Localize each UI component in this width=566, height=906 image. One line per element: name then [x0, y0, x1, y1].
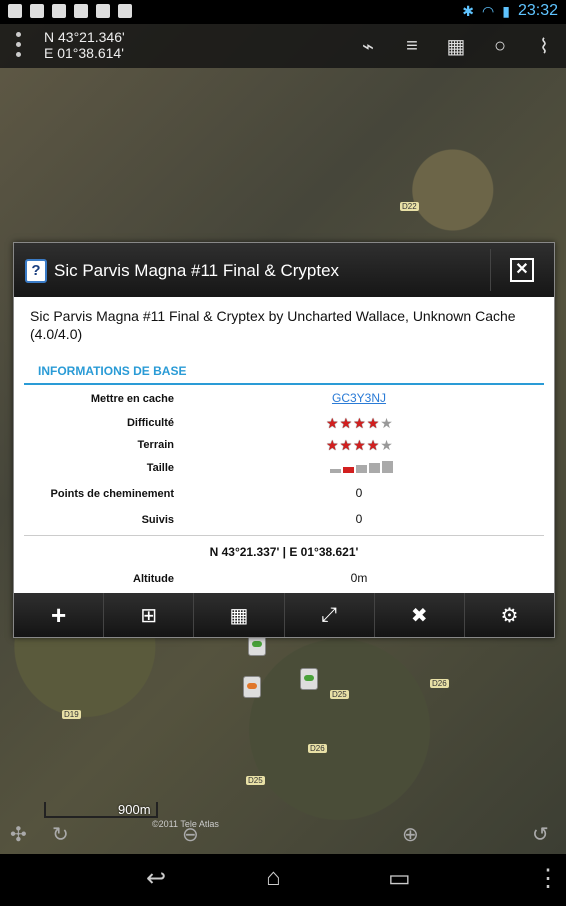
terrain-label: Terrain	[137, 439, 174, 451]
latitude: N 43°21.346'	[44, 29, 125, 45]
image-icon	[8, 4, 22, 18]
section-divider	[24, 383, 544, 385]
longitude: E 01°38.614'	[44, 45, 124, 61]
lock-icon[interactable]: ↺	[532, 822, 549, 847]
altitude-label: Altitude	[133, 573, 174, 585]
add-button[interactable]: +	[14, 593, 105, 637]
road-label: D26	[308, 744, 327, 753]
tracks-value: 0	[355, 512, 363, 526]
map-controls: ✣ ↻ ⊖ ⊕ ↺	[0, 812, 566, 854]
overflow-menu-icon[interactable]	[16, 32, 22, 60]
app-icon	[30, 4, 44, 18]
size-indicator	[330, 461, 393, 473]
map-icon[interactable]: ▦	[434, 24, 478, 68]
cache-marker[interactable]	[300, 668, 318, 690]
cache-description: Sic Parvis Magna #11 Final & Cryptex by …	[30, 308, 516, 342]
settings-icon: ⚙	[500, 604, 519, 627]
header-divider	[490, 249, 491, 291]
more-icon[interactable]: ⋮	[536, 864, 560, 893]
star-icon: ★	[339, 415, 353, 431]
road-label: D25	[330, 690, 349, 699]
unknown-cache-icon: ?	[25, 259, 47, 283]
data-icon[interactable]: ≡	[390, 24, 434, 68]
road-label: D26	[430, 679, 449, 688]
section-title: INFORMATIONS DE BASE	[38, 364, 187, 378]
play-icon	[96, 4, 110, 18]
star-icon: ★	[353, 415, 366, 431]
row-divider	[24, 535, 544, 536]
star-icon: ★	[366, 437, 380, 453]
map-icon: ▦	[229, 604, 249, 627]
tools-icon: ✖	[410, 604, 428, 627]
road-label: D22	[400, 202, 419, 211]
gps-coordinates: N 43°21.346' E 01°38.614'	[44, 29, 125, 61]
battery-icon: ▮	[502, 2, 510, 19]
add-icon: +	[50, 599, 67, 630]
altitude-value: 0m	[350, 571, 368, 585]
map-toolbar: N 43°21.346' E 01°38.614' ⌁ ≡ ▦ ○ ⌇	[0, 24, 566, 68]
wifi-icon: ◠	[482, 2, 495, 19]
compass-icon: ⤢	[321, 603, 338, 626]
dialog-header: ? Sic Parvis Magna #11 Final & Cryptex ✕	[14, 243, 554, 297]
play-icon	[118, 4, 132, 18]
dialog-action-bar: + ⊞ ▦ ⤢ ✖ ⚙	[14, 593, 554, 637]
star-icon: ★	[380, 415, 393, 431]
bluetooth-icon: ✱	[462, 2, 475, 19]
waypoints-label: Points de cheminement	[50, 488, 174, 500]
star-icon: ★	[326, 437, 339, 453]
navigation-bar: ↩ ⌂ ▭ ⋮	[0, 854, 566, 906]
tracks-label: Suivis	[141, 514, 174, 526]
close-button[interactable]: ✕	[510, 258, 534, 282]
road-label: D19	[62, 710, 81, 719]
star-icon: ★	[366, 415, 380, 431]
record-icon[interactable]: ⌇	[522, 24, 566, 68]
cache-coordinates: N 43°21.337' | E 01°38.621'	[209, 545, 359, 559]
cache-detail-dialog: ? Sic Parvis Magna #11 Final & Cryptex ✕…	[13, 242, 555, 638]
difficulty-label: Difficulté	[126, 417, 174, 429]
cache-marker[interactable]	[243, 676, 261, 698]
recent-apps-icon[interactable]: ▭	[388, 864, 411, 893]
difficulty-stars: ★ ★ ★ ★ ★	[326, 416, 393, 430]
status-bar: ✱ ◠ ▮ 23:32	[0, 0, 566, 24]
play-icon	[74, 4, 88, 18]
move-icon[interactable]: ✣	[10, 822, 27, 847]
dialog-title: Sic Parvis Magna #11 Final & Cryptex	[54, 261, 340, 280]
navigate-button[interactable]: ⊞	[104, 593, 195, 637]
search-icon[interactable]: ○	[478, 24, 522, 68]
zoom-in-icon[interactable]: ⊕	[402, 822, 419, 847]
tools-button[interactable]: ✖	[375, 593, 465, 637]
cache-label: Mettre en cache	[90, 393, 174, 405]
back-icon[interactable]: ↩	[146, 864, 166, 893]
settings-button[interactable]: ⚙	[465, 593, 554, 637]
rotate-icon[interactable]: ↻	[52, 822, 69, 847]
star-icon: ★	[339, 437, 353, 453]
cache-code-row: GC3Y3NJ	[294, 391, 424, 405]
clock: 23:32	[517, 2, 558, 19]
star-icon: ★	[326, 415, 339, 431]
terrain-stars: ★ ★ ★ ★ ★	[326, 438, 393, 452]
waypoints-value: 0	[355, 486, 363, 500]
satellite-icon[interactable]: ⌁	[346, 24, 390, 68]
star-icon: ★	[380, 437, 393, 453]
show-on-map-button[interactable]: ▦	[194, 593, 285, 637]
star-icon: ★	[353, 437, 366, 453]
zoom-out-icon[interactable]: ⊖	[182, 822, 199, 847]
navigate-icon: ⊞	[140, 604, 158, 627]
notification-icons	[8, 4, 132, 18]
cache-code-link[interactable]: GC3Y3NJ	[332, 391, 386, 405]
road-label: D25	[246, 776, 265, 785]
home-icon[interactable]: ⌂	[266, 864, 281, 892]
compass-button[interactable]: ⤢	[285, 593, 375, 637]
size-label: Taille	[146, 462, 174, 474]
elephant-icon	[52, 4, 66, 18]
